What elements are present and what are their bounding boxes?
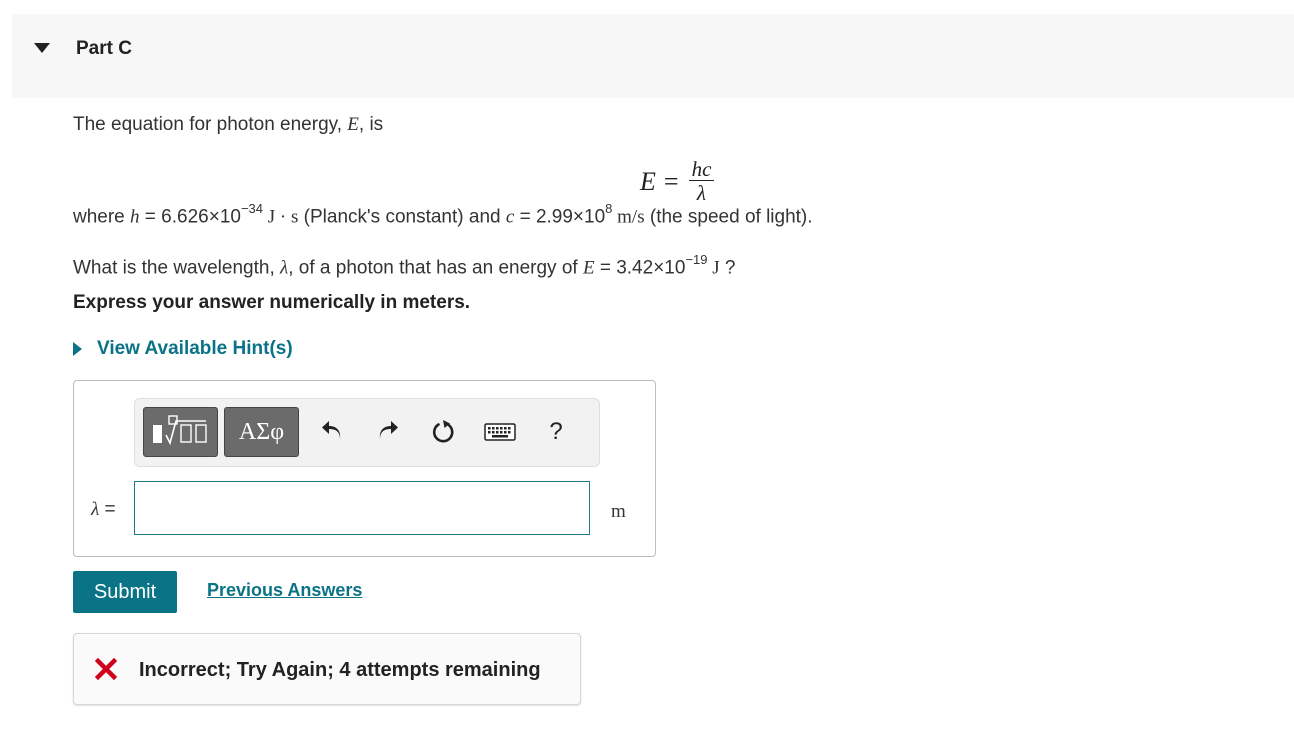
equation-fraction: hc λ — [688, 158, 715, 205]
collapse-triangle-icon[interactable] — [34, 43, 50, 53]
answer-unit: m — [611, 501, 626, 522]
intro-prefix: The equation for photon energy, — [73, 114, 348, 135]
reset-icon[interactable] — [427, 417, 457, 447]
planck-desc: (Planck's constant) and — [298, 206, 506, 228]
feedback-message: Incorrect; Try Again; 4 attempts remaini… — [73, 633, 581, 705]
photon-energy-equation: E = hc λ — [640, 158, 715, 205]
math-toolbar: ΑΣφ ? — [134, 398, 600, 467]
equation-equals: = — [663, 166, 679, 196]
equation-numerator: hc — [688, 158, 715, 181]
lambda-symbol: λ — [91, 499, 100, 520]
intro-text: The equation for photon energy, E, is — [73, 114, 383, 136]
answer-equals: = — [104, 499, 116, 520]
planck-exponent: −34 — [240, 201, 264, 216]
energy-value: = 3.42×10 — [594, 257, 686, 279]
redo-icon[interactable] — [373, 417, 403, 447]
planck-value: = 6.626×10 — [139, 206, 241, 228]
question-prefix: What is the wavelength, — [73, 257, 280, 279]
expand-triangle-icon — [73, 342, 82, 356]
part-header[interactable]: Part C — [12, 14, 1294, 98]
answer-variable-label: λ = — [91, 499, 116, 521]
light-speed-value: = 2.99×10 — [514, 206, 606, 228]
planck-var: h — [130, 206, 140, 228]
intro-suffix: , is — [358, 114, 384, 135]
error-x-icon — [95, 658, 117, 680]
constants-text: where h = 6.626×10−34 J · s (Planck's co… — [73, 201, 813, 228]
greek-symbols-button[interactable]: ΑΣφ — [224, 407, 299, 457]
view-hints-label: View Available Hint(s) — [97, 338, 293, 359]
question-suffix: ? — [719, 257, 736, 279]
feedback-text: Incorrect; Try Again; 4 attempts remaini… — [139, 659, 541, 681]
equation-lhs: E — [640, 166, 656, 196]
light-speed-unit: m/s — [612, 206, 645, 228]
energy-var: E — [582, 257, 595, 279]
intro-var: E — [347, 114, 359, 135]
instruction-text: Express your answer numerically in meter… — [73, 292, 471, 313]
previous-answers-link[interactable]: Previous Answers — [207, 580, 362, 601]
planck-unit: J · s — [263, 206, 299, 228]
answer-box: ΑΣφ ? λ = m — [73, 380, 656, 557]
light-speed-exponent: 8 — [605, 201, 613, 216]
equation-denominator: λ — [696, 181, 707, 205]
energy-exponent: −19 — [685, 252, 708, 267]
templates-button[interactable] — [143, 407, 218, 457]
undo-icon[interactable] — [317, 417, 347, 447]
view-hints-toggle[interactable]: View Available Hint(s) — [73, 338, 293, 360]
energy-unit: J — [707, 257, 720, 279]
part-title: Part C — [76, 38, 132, 59]
question-middle: , of a photon that has an energy of — [288, 257, 583, 279]
light-speed-desc: (the speed of light). — [644, 206, 813, 228]
keyboard-icon[interactable] — [481, 417, 519, 447]
templates-icon — [152, 415, 207, 446]
question-text: What is the wavelength, λ, of a photon t… — [73, 252, 736, 279]
constants-prefix: where — [73, 206, 131, 228]
help-button[interactable]: ? — [541, 417, 571, 447]
question-var: λ — [280, 257, 289, 279]
answer-input[interactable] — [134, 481, 590, 535]
submit-button[interactable]: Submit — [73, 571, 177, 613]
